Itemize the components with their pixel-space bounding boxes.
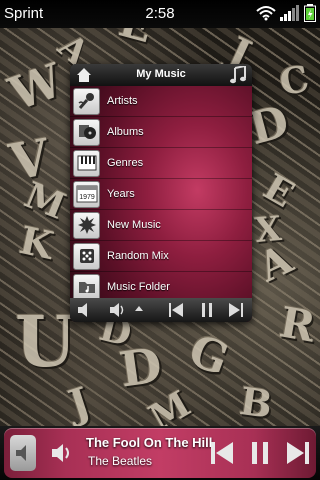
menu-item-label: Albums [107, 126, 144, 138]
now-playing-dashboard: The Fool On The Hill The Beatles [0, 426, 320, 480]
volume-up-icon [52, 444, 69, 462]
signal-icon [280, 5, 300, 25]
menu-item-years[interactable]: 1979 Years [70, 179, 252, 210]
menu-item-random-mix[interactable]: Random Mix [70, 241, 252, 272]
previous-track-icon[interactable] [168, 301, 184, 322]
menu-item-label: New Music [107, 219, 161, 231]
volume-up-icon[interactable] [108, 301, 128, 322]
menu-item-label: Random Mix [107, 250, 169, 262]
albums-icon [73, 118, 100, 146]
song-artist: The Beatles [88, 454, 153, 468]
next-track-icon [287, 442, 309, 464]
music-menu: Artists Albums Genres 1979 Years New Mus… [70, 86, 252, 322]
pause-icon[interactable] [200, 301, 214, 322]
previous-track-button[interactable] [208, 437, 236, 469]
card-controls [70, 298, 252, 322]
pause-icon [252, 442, 268, 464]
status-icons [256, 4, 316, 26]
volume-down-button[interactable] [10, 435, 36, 471]
pause-button[interactable] [246, 437, 274, 469]
menu-item-label: Genres [107, 157, 144, 169]
next-track-icon[interactable] [228, 301, 244, 322]
menu-item-new-music[interactable]: New Music [70, 210, 252, 241]
wallpaper-letter: U [15, 300, 77, 383]
menu-item-label: Music Folder [107, 281, 170, 293]
menu-item-label: Years [107, 188, 135, 200]
microphone-icon [73, 87, 100, 115]
piano-icon [73, 149, 100, 177]
next-track-button[interactable] [284, 437, 312, 469]
card-header: My Music [70, 64, 252, 86]
menu-item-genres[interactable]: Genres [70, 148, 252, 179]
wifi-icon [256, 5, 276, 25]
previous-track-icon [211, 442, 233, 464]
volume-up-button[interactable] [48, 435, 78, 471]
now-playing-panel[interactable]: The Fool On The Hill The Beatles [4, 428, 316, 478]
menu-item-albums[interactable]: Albums [70, 117, 252, 148]
menu-item-label: Artists [107, 95, 138, 107]
wallpaper-letter: B [237, 377, 276, 428]
folder-icon [73, 273, 100, 301]
wallpaper-letter: R [276, 297, 319, 352]
music-card[interactable]: My Music Artists Albums Genres 1979 Year… [70, 64, 252, 322]
wallpaper-letter: J [63, 378, 96, 429]
card-title: My Music [136, 68, 186, 80]
music-note-icon[interactable] [230, 64, 246, 84]
volume-down-icon [16, 445, 26, 461]
status-bar: Sprint 2:58 [0, 0, 320, 28]
dice-icon [73, 242, 100, 270]
menu-item-artists[interactable]: Artists [70, 86, 252, 117]
calendar-icon: 1979 [73, 180, 100, 208]
starburst-icon [73, 211, 100, 239]
calendar-icon-text: 1979 [79, 194, 95, 201]
song-title: The Fool On The Hill [86, 435, 213, 450]
wallpaper-letter: G [182, 325, 236, 386]
battery-icon [304, 4, 316, 26]
caret-up-icon[interactable] [134, 299, 144, 317]
wallpaper-letter: X [253, 208, 284, 252]
volume-down-icon[interactable] [76, 301, 94, 322]
